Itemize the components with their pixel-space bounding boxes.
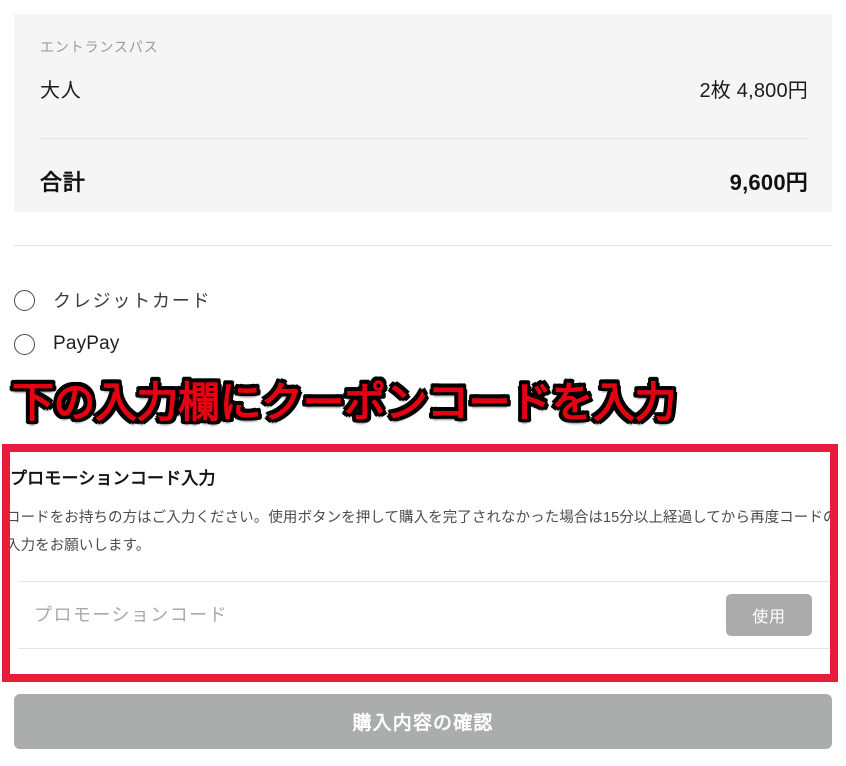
radio-unchecked-icon[interactable] <box>14 333 35 355</box>
section-divider <box>14 245 832 246</box>
annotation-overlay-text: 下の入力欄にクーポンコードを入力 <box>12 379 676 426</box>
promotion-code-input-row: 使用 <box>10 582 830 648</box>
ticket-name: 大人 <box>40 80 82 102</box>
ticket-row: 大人 2枚 4,800円 <box>40 74 810 103</box>
promotion-code-highlight-box: プロモーションコード入力 コードをお持ちの方はご入力ください。使用ボタンを押して… <box>2 444 838 682</box>
total-row: 合計 9,600円 <box>40 165 810 197</box>
promotion-code-description: コードをお持ちの方はご入力ください。使用ボタンを押して購入を完了されなかった場合… <box>10 510 830 554</box>
promotion-divider-bottom <box>18 648 830 649</box>
payment-option-label: クレジットカード <box>53 291 212 311</box>
promotion-code-section: プロモーションコード入力 コードをお持ちの方はご入力ください。使用ボタンを押して… <box>10 452 830 674</box>
order-summary-card: エントランスパス 大人 2枚 4,800円 合計 9,600円 <box>14 14 832 212</box>
promotion-code-title: プロモーションコード入力 <box>10 469 216 488</box>
ticket-price: 2枚 4,800円 <box>699 80 808 102</box>
payment-option-label: PayPay <box>53 333 120 354</box>
promotion-code-input[interactable] <box>10 595 726 635</box>
ticket-category-label: エントランスパス <box>40 39 159 55</box>
payment-option-credit-card[interactable]: クレジットカード <box>14 278 514 322</box>
apply-promotion-code-button[interactable]: 使用 <box>726 594 812 636</box>
confirm-purchase-button[interactable]: 購入内容の確認 <box>14 694 832 749</box>
total-value: 9,600円 <box>729 170 808 195</box>
total-label: 合計 <box>40 170 86 195</box>
summary-divider <box>40 138 808 139</box>
payment-option-paypay[interactable]: PayPay <box>14 322 514 366</box>
radio-unchecked-icon[interactable] <box>14 289 35 311</box>
payment-method-list: クレジットカード PayPay <box>14 278 514 366</box>
